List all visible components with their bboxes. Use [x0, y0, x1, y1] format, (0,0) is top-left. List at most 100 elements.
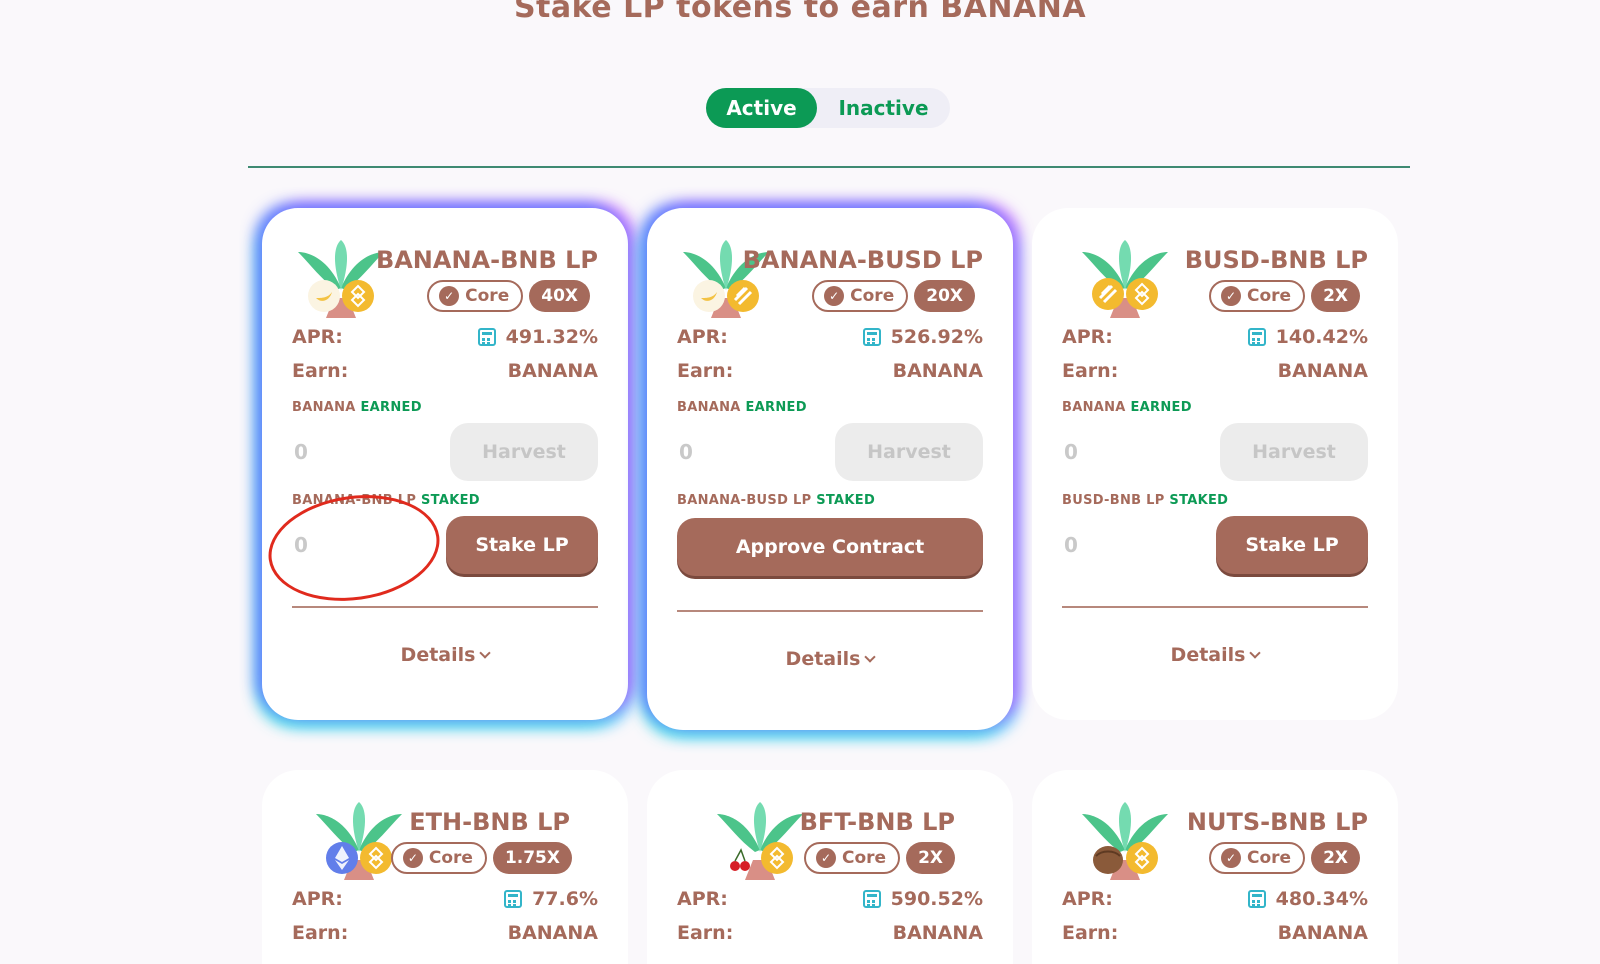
- earned-amount: 0: [1064, 440, 1078, 464]
- verified-check-icon: ✓: [402, 848, 423, 868]
- page-title: Stake LP tokens to earn BANANA: [513, 0, 1087, 25]
- harvest-button[interactable]: Harvest: [450, 423, 598, 481]
- badges: ✓ Core 40X: [427, 280, 590, 312]
- core-badge: ✓ Core: [803, 842, 901, 874]
- core-badge: ✓ Core: [427, 280, 524, 312]
- core-badge: ✓ Core: [812, 280, 909, 312]
- calculator-icon[interactable]: [1247, 890, 1266, 908]
- badges: ✓ Core 20X: [812, 280, 975, 312]
- stake-lp-button[interactable]: Stake LP: [446, 516, 598, 574]
- multiplier-badge: 2X: [1311, 280, 1360, 312]
- earn-token: BANANA: [507, 922, 598, 944]
- approve-contract-button[interactable]: Approve Contract: [677, 518, 983, 576]
- farm-card-busd-bnb: BUSD-BNB LP ✓ Core 2X APR: 140.42% Earn:…: [1032, 208, 1398, 720]
- calculator-icon[interactable]: [477, 328, 496, 346]
- nuts-bnb-pair-icon: [1082, 802, 1168, 880]
- multiplier-badge: 1.75X: [492, 842, 572, 874]
- pair-name: BFT-BNB LP: [799, 808, 955, 836]
- earn-row: Earn: BANANA: [1062, 922, 1368, 944]
- apr-value: 480.34%: [1275, 888, 1368, 910]
- earn-row: Earn: BANANA: [292, 922, 598, 944]
- earn-row: Earn: BANANA: [677, 922, 983, 944]
- details-toggle[interactable]: Details: [677, 648, 983, 670]
- verified-check-icon: ✓: [824, 286, 845, 306]
- badges: ✓ Core 1.75X: [390, 842, 572, 874]
- earned-label: BANANA EARNED: [677, 400, 807, 415]
- apr-value: 77.6%: [532, 888, 598, 910]
- busd-bnb-pair-icon: [1082, 240, 1168, 318]
- core-badge: ✓ Core: [390, 842, 487, 874]
- tab-inactive[interactable]: Inactive: [817, 88, 950, 128]
- tab-active[interactable]: Active: [706, 88, 817, 128]
- apr-value: 140.42%: [1275, 326, 1368, 348]
- active-inactive-toggle: Active Inactive: [706, 88, 950, 128]
- farm-card-banana-busd: BANANA-BUSD LP ✓ Core 20X APR: 526.92% E…: [647, 208, 1013, 730]
- badges: ✓ Core 2X: [1208, 842, 1360, 874]
- core-badge: ✓ Core: [1208, 842, 1306, 874]
- pair-name: BANANA-BUSD LP: [742, 246, 983, 274]
- apr-row: APR: 526.92%: [677, 326, 983, 348]
- pair-name: NUTS-BNB LP: [1186, 808, 1368, 836]
- pair-name: BUSD-BNB LP: [1184, 246, 1368, 274]
- calculator-icon[interactable]: [862, 890, 881, 908]
- badges: ✓ Core 2X: [1208, 280, 1360, 312]
- stake-lp-button[interactable]: Stake LP: [1216, 516, 1368, 574]
- details-toggle[interactable]: Details: [1062, 644, 1368, 666]
- farm-card-banana-bnb: BANANA-BNB LP ✓ Core 40X APR: 491.32% Ea…: [262, 208, 628, 720]
- card-divider: [1062, 606, 1368, 608]
- harvest-button[interactable]: Harvest: [835, 423, 983, 481]
- earn-token: BANANA: [892, 922, 983, 944]
- earned-label: BANANA EARNED: [1062, 400, 1192, 415]
- calculator-icon[interactable]: [862, 328, 881, 346]
- badges: ✓ Core 2X: [803, 842, 955, 874]
- earn-token: BANANA: [1277, 922, 1368, 944]
- staked-label: BUSD-BNB LP STAKED: [1062, 493, 1229, 508]
- earned-amount: 0: [679, 440, 693, 464]
- apr-row: APR: 77.6%: [292, 888, 598, 910]
- staked-amount: 0: [1064, 533, 1078, 557]
- apr-value: 526.92%: [890, 326, 983, 348]
- card-divider: [292, 606, 598, 608]
- earn-token: BANANA: [507, 360, 598, 382]
- staked-amount: 0: [294, 533, 308, 557]
- pair-name: ETH-BNB LP: [409, 808, 570, 836]
- verified-check-icon: ✓: [815, 848, 836, 868]
- farms-page: Stake LP tokens to earn BANANA Active In…: [0, 0, 1600, 964]
- eth-bnb-pair-icon: [316, 802, 402, 880]
- section-divider: [248, 166, 1410, 168]
- apr-value: 491.32%: [505, 326, 598, 348]
- calculator-icon[interactable]: [504, 890, 523, 908]
- banana-bnb-pair-icon: [298, 240, 384, 318]
- earn-row: Earn: BANANA: [292, 360, 598, 382]
- pair-name: BANANA-BNB LP: [375, 246, 598, 274]
- staked-label: BANANA-BUSD LP STAKED: [677, 493, 876, 508]
- bft-bnb-pair-icon: [717, 802, 803, 880]
- core-badge: ✓ Core: [1208, 280, 1306, 312]
- chevron-down-icon: [1249, 647, 1262, 659]
- apr-row: APR: 140.42%: [1062, 326, 1368, 348]
- farm-card-eth-bnb: ETH-BNB LP ✓ Core 1.75X APR: 77.6% Earn:…: [262, 770, 628, 964]
- earn-row: Earn: BANANA: [677, 360, 983, 382]
- multiplier-badge: 2X: [1311, 842, 1360, 874]
- earn-token: BANANA: [1277, 360, 1368, 382]
- chevron-down-icon: [864, 651, 877, 663]
- harvest-button[interactable]: Harvest: [1220, 423, 1368, 481]
- multiplier-badge: 20X: [914, 280, 975, 312]
- calculator-icon[interactable]: [1247, 328, 1266, 346]
- verified-check-icon: ✓: [1220, 286, 1241, 306]
- apr-row: APR: 590.52%: [677, 888, 983, 910]
- farm-card-bft-bnb: BFT-BNB LP ✓ Core 2X APR: 590.52% Earn: …: [647, 770, 1013, 964]
- farm-card-nuts-bnb: NUTS-BNB LP ✓ Core 2X APR: 480.34% Earn:…: [1032, 770, 1398, 964]
- earned-amount: 0: [294, 440, 308, 464]
- staked-label: BANANA-BNB LP STAKED: [292, 493, 480, 508]
- earn-token: BANANA: [892, 360, 983, 382]
- verified-check-icon: ✓: [439, 286, 460, 306]
- chevron-down-icon: [479, 647, 492, 659]
- apr-row: APR: 480.34%: [1062, 888, 1368, 910]
- details-toggle[interactable]: Details: [292, 644, 598, 666]
- verified-check-icon: ✓: [1220, 848, 1241, 868]
- multiplier-badge: 40X: [529, 280, 590, 312]
- apr-row: APR: 491.32%: [292, 326, 598, 348]
- apr-value: 590.52%: [890, 888, 983, 910]
- multiplier-badge: 2X: [906, 842, 955, 874]
